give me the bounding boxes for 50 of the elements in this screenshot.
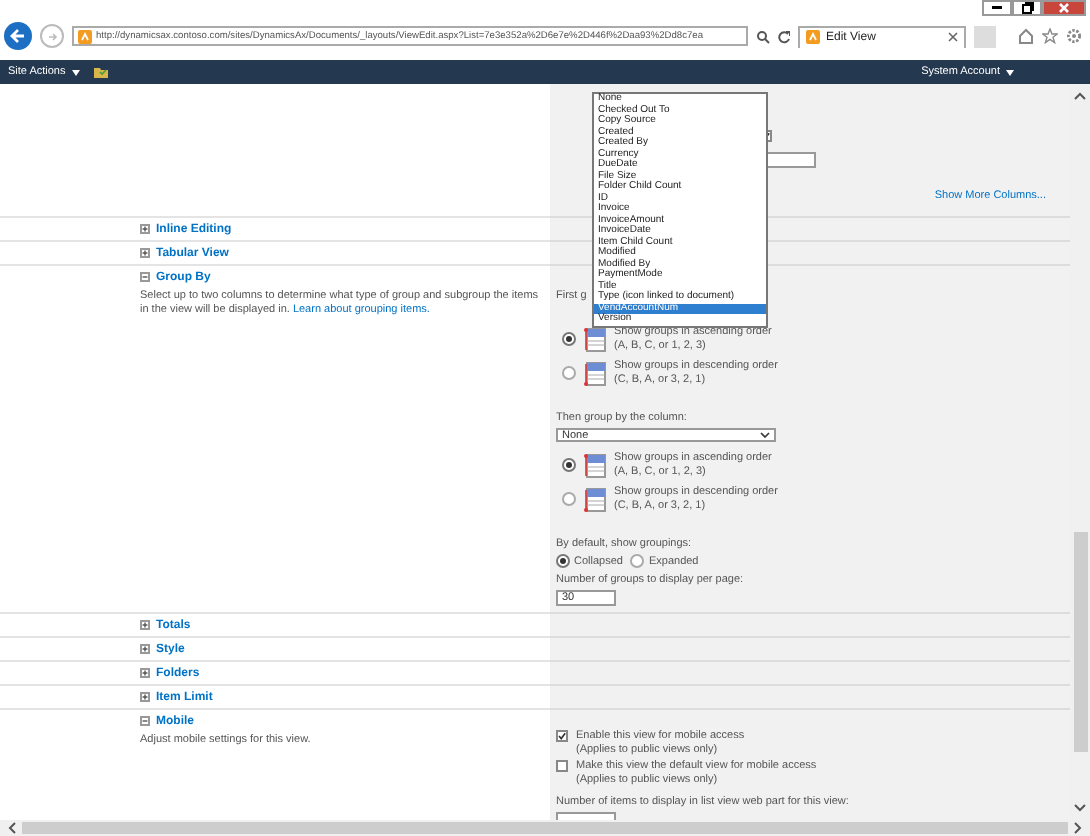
scroll-left-icon[interactable] [8,822,16,834]
sort-order-icon [584,361,606,385]
minimize-icon [992,6,1002,10]
minimize-button[interactable] [982,0,1012,16]
check-icon [558,732,566,740]
expand-icon[interactable] [140,644,150,654]
forward-arrow-icon [47,31,57,41]
restore-button[interactable] [1012,0,1042,16]
star-icon[interactable] [1042,28,1058,44]
radio-button[interactable] [556,554,570,568]
back-button[interactable] [4,22,32,50]
caret-icon[interactable] [1006,69,1014,75]
radio-button[interactable] [562,366,576,380]
folder-icon[interactable] [93,66,108,78]
expand-icon[interactable] [140,248,150,258]
sort-order-icon [584,453,606,477]
collapse-icon[interactable] [140,716,150,726]
sort-order-icon [584,487,606,511]
back-arrow-icon [10,28,26,44]
close-button[interactable] [1042,0,1086,16]
checkbox[interactable] [556,730,568,742]
radio-button[interactable] [562,492,576,506]
radio-button[interactable] [630,554,645,568]
checkbox[interactable] [556,760,568,772]
site-icon [806,30,820,44]
expand-icon[interactable] [140,620,150,630]
scroll-down-icon[interactable] [1074,804,1086,812]
collapse-icon[interactable] [140,272,150,282]
expand-icon[interactable] [140,692,150,702]
column-dropdown-list[interactable] [592,92,768,327]
expand-icon[interactable] [140,224,150,234]
radio-button[interactable] [562,458,576,472]
home-icon[interactable] [1018,28,1034,44]
scroll-up-icon[interactable] [1074,92,1086,100]
caret-icon [760,432,770,438]
close-tab-icon[interactable] [948,32,958,42]
caret-icon[interactable] [71,69,80,75]
refresh-icon[interactable] [778,29,790,43]
radio-button[interactable] [562,332,576,346]
restore-icon [1021,2,1033,14]
close-icon [1058,2,1070,14]
settings-icon[interactable] [1066,28,1082,44]
horizontal-scrollbar[interactable] [0,820,1090,836]
site-icon [78,29,92,43]
expand-icon[interactable] [140,668,150,678]
scroll-right-icon[interactable] [1074,822,1082,834]
search-icon[interactable] [756,29,770,43]
sort-order-icon [584,327,606,351]
scroll-thumb[interactable] [1073,532,1087,752]
scroll-thumb[interactable] [22,822,1068,834]
